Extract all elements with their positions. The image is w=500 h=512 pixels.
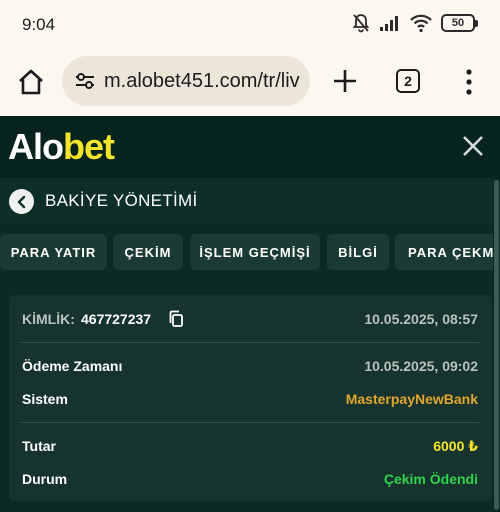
signal-icon xyxy=(380,16,398,31)
plus-icon[interactable] xyxy=(330,66,360,96)
status-icons: 50 xyxy=(351,13,478,33)
payment-time-value: 10.05.2025, 09:02 xyxy=(364,358,478,374)
tab-deposit[interactable]: PARA YATIR xyxy=(0,234,107,270)
payment-time-label: Ödeme Zamanı xyxy=(22,358,123,374)
copy-icon[interactable] xyxy=(168,310,184,328)
status-bar: 9:04 50 xyxy=(0,0,500,50)
tab-count: 2 xyxy=(404,73,412,89)
battery-icon: 50 xyxy=(441,14,478,32)
scrollbar-thumb[interactable] xyxy=(494,180,499,510)
amount-value: 6000 ₺ xyxy=(433,438,478,454)
url-text[interactable]: m.alobet451.com/tr/liv xyxy=(104,70,300,93)
tab-history[interactable]: İŞLEM GEÇMİŞİ xyxy=(190,234,320,270)
divider xyxy=(21,342,479,343)
tabs-icon[interactable]: 2 xyxy=(396,69,420,93)
divider xyxy=(21,422,479,423)
tune-icon[interactable] xyxy=(74,70,96,92)
tab-withdraw[interactable]: ÇEKİM xyxy=(113,234,183,270)
transaction-created-date: 10.05.2025, 08:57 xyxy=(364,311,478,327)
chevron-left-icon xyxy=(17,195,25,208)
status-badge: Çekim Ödendi xyxy=(383,471,478,487)
browser-toolbar: m.alobet451.com/tr/liv 2 xyxy=(0,50,500,116)
status-time: 9:04 xyxy=(22,15,56,34)
wifi-icon xyxy=(410,14,432,33)
system-label: Sistem xyxy=(22,391,68,407)
address-bar[interactable]: m.alobet451.com/tr/liv xyxy=(62,56,310,106)
amount-label: Tutar xyxy=(22,438,56,454)
system-value: MasterpayNewBank xyxy=(345,391,478,407)
close-icon[interactable] xyxy=(460,133,486,159)
more-vert-icon[interactable] xyxy=(460,67,478,97)
site-header: Alobet xyxy=(0,116,500,178)
transaction-card: KİMLİK: 467727237 10.05.2025, 08:57 Ödem… xyxy=(9,295,492,501)
page-title: BAKİYE YÖNETİMİ xyxy=(45,191,198,210)
status-label: Durum xyxy=(22,471,68,487)
site-logo[interactable]: Alobet xyxy=(8,126,115,168)
back-button[interactable] xyxy=(9,189,34,214)
transaction-id-value: 467727237 xyxy=(81,311,152,327)
mute-icon xyxy=(352,14,370,33)
tab-info[interactable]: BİLGİ xyxy=(327,234,389,270)
home-icon[interactable] xyxy=(16,67,46,97)
modal-title-bar: BAKİYE YÖNETİMİ xyxy=(0,178,500,224)
tab-bar: PARA YATIR ÇEKİM İŞLEM GEÇMİŞİ BİLGİ PAR… xyxy=(0,234,493,272)
transaction-id-label: KİMLİK: xyxy=(22,311,75,327)
tab-withdraw-money[interactable]: PARA ÇEKME xyxy=(395,234,493,270)
battery-level: 50 xyxy=(441,14,475,32)
